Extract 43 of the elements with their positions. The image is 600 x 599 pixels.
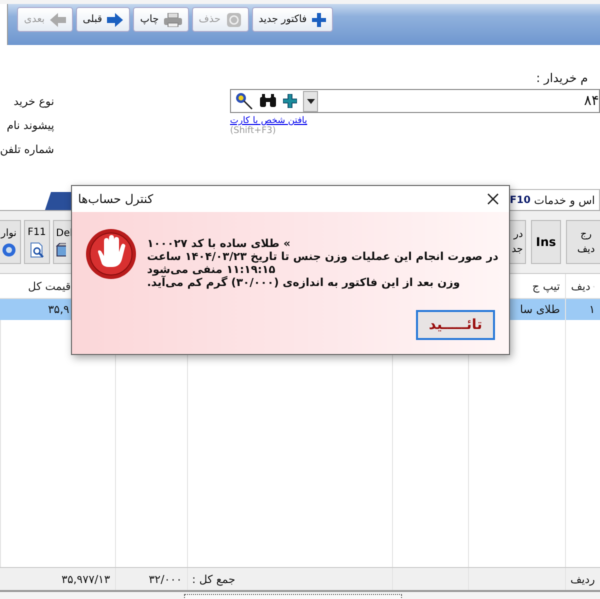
printer-icon	[164, 12, 182, 26]
arrow-left-icon	[50, 12, 66, 26]
help-icon	[2, 242, 16, 256]
find-person-link[interactable]: یافتن شخص با کارت	[230, 116, 308, 126]
total-weight: ۳۲/۰۰۰	[148, 572, 182, 586]
message-line: وزن بعد از این فاکتور به اندازه‌ی (۳۰/۰۰۰) گرم کم می‌آید.	[147, 276, 460, 289]
field-label: پیشوند نام	[6, 118, 54, 134]
message-line: در صورت انجام این عملیات وزن جنس تا تاریخ ۱۴۰۴/۰۳/۲۳ ساعت	[147, 250, 498, 263]
footer-label: ردیف	[570, 572, 595, 586]
buyer-code: ۸۴	[584, 93, 599, 109]
plus-icon	[283, 94, 297, 108]
total-price: ۳۵,۹۷۷/۱۳	[61, 572, 110, 586]
shortcut-hint: (Shift+F3)	[230, 126, 276, 136]
binoculars-icon	[259, 94, 277, 108]
toolbar-button[interactable]: چاپ	[133, 7, 189, 32]
field-label: شماره تلفن	[0, 142, 54, 158]
toolbar-button[interactable]: قبلی	[76, 7, 130, 32]
dialog-title: کنترل حساب‌ها	[78, 192, 154, 206]
arrow-right-icon	[107, 12, 124, 26]
table-cell-text: ۳۵,۹	[47, 303, 70, 316]
toolbar-button[interactable]: فاکتور جدید	[252, 7, 333, 32]
tool-button[interactable]: نوار	[0, 220, 21, 264]
buyer-field[interactable]: ۸۴	[230, 89, 600, 113]
stop-hand-icon	[85, 228, 137, 280]
document-search-icon	[28, 242, 45, 258]
tool-button[interactable]: Ins	[531, 220, 561, 264]
tool-button[interactable]: F11	[24, 220, 50, 264]
eraser-icon	[226, 12, 242, 28]
table-cell: ۱	[589, 303, 595, 316]
confirm-button[interactable]: تائـــــید	[416, 310, 495, 340]
message-line: ۱۱:۱۹:۱۵ منفی می‌شود	[147, 263, 276, 276]
buyer-label: م خریدار :	[535, 71, 589, 87]
field-label: نوع خرید	[12, 94, 54, 110]
tool-button[interactable]: رج دیف	[566, 220, 600, 264]
close-icon[interactable]	[487, 193, 499, 205]
total-label: جمع کل :	[192, 572, 236, 586]
plus-icon	[312, 12, 326, 26]
message-line: » طلای ساده با کد ۱۰۰۰۲۷	[147, 237, 290, 250]
column-header[interactable]: دیف	[565, 274, 600, 298]
table-cell: طلای سا	[520, 303, 560, 316]
dropdown-button[interactable]	[303, 90, 318, 112]
caret-icon	[306, 98, 314, 104]
cube-icon	[56, 242, 66, 256]
